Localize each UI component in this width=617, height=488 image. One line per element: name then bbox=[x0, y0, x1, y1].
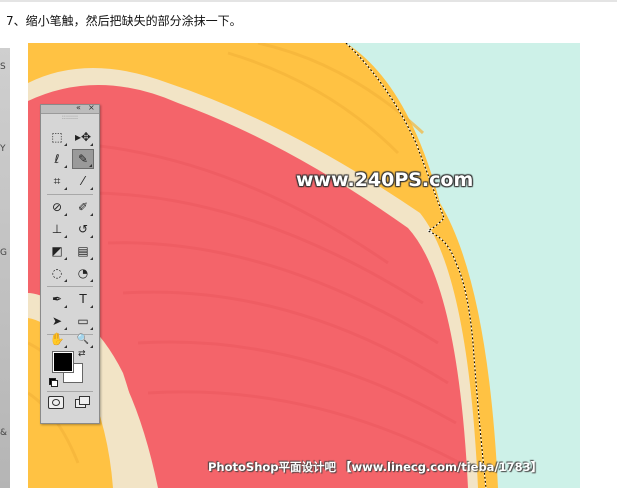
clone-stamp-tool[interactable]: ⊥ bbox=[46, 219, 68, 239]
crop-tool[interactable]: ⌗ bbox=[46, 171, 68, 191]
edge-letter: & bbox=[0, 428, 8, 438]
hand-icon: ✋ bbox=[49, 332, 65, 346]
quick-mask-icon[interactable] bbox=[48, 396, 64, 409]
eraser-tool[interactable]: ◩ bbox=[46, 241, 68, 261]
edge-letter: G bbox=[0, 248, 7, 258]
step-instruction: 7、缩小笔触，然后把缺失的部分涂抹一下。 bbox=[6, 14, 242, 28]
brush-tool[interactable]: ✐ bbox=[72, 197, 94, 217]
hand-tool[interactable]: ✋ bbox=[46, 329, 68, 349]
magnifier-icon: 🔍 bbox=[76, 333, 90, 345]
healing-brush-tool[interactable]: ⊘ bbox=[46, 197, 68, 217]
history-brush-tool[interactable]: ↺ bbox=[72, 219, 94, 239]
edge-letter: S bbox=[0, 62, 6, 72]
watermark-text: www.240PS.com bbox=[296, 169, 474, 191]
quick-selection-icon: ✎ bbox=[77, 152, 89, 166]
shape-tool[interactable]: ▭ bbox=[72, 311, 94, 331]
crop-icon: ⌗ bbox=[53, 173, 61, 188]
tools-panel[interactable]: « × :::::::: ⬚ ▸✥ ℓ ✎ ⌗ ⁄ ⊘ ✐ ⊥ ↺ ◩ ▤ ◌ … bbox=[40, 103, 100, 424]
screen-mode-icon[interactable] bbox=[75, 396, 90, 408]
foreground-color-swatch[interactable] bbox=[52, 351, 74, 373]
blur-icon: ◌ bbox=[51, 266, 63, 280]
blur-tool[interactable]: ◌ bbox=[46, 263, 68, 283]
swap-colors-icon[interactable]: ⇄ bbox=[78, 349, 86, 359]
tool-separator bbox=[47, 391, 93, 392]
default-colors-icon[interactable] bbox=[49, 378, 58, 387]
path-selection-tool[interactable]: ➤ bbox=[46, 311, 68, 331]
move-tool[interactable]: ▸✥ bbox=[72, 127, 94, 147]
move-icon: ▸✥ bbox=[74, 130, 92, 144]
gradient-icon: ▤ bbox=[77, 244, 89, 258]
edge-letter: Y bbox=[0, 144, 6, 154]
close-icon[interactable]: × bbox=[88, 103, 95, 113]
quick-selection-tool[interactable]: ✎ bbox=[72, 149, 94, 169]
marquee-tool[interactable]: ⬚ bbox=[46, 127, 68, 147]
dodge-tool[interactable]: ◔ bbox=[72, 263, 94, 283]
arrow-icon: ➤ bbox=[51, 314, 63, 328]
brush-icon: ✐ bbox=[77, 200, 89, 214]
zoom-tool[interactable]: 🔍 bbox=[72, 329, 94, 349]
tool-separator bbox=[47, 194, 93, 195]
stamp-icon: ⊥ bbox=[51, 222, 63, 236]
rectangle-icon: ▭ bbox=[77, 314, 89, 328]
tool-separator bbox=[47, 286, 93, 287]
canvas-photo[interactable]: www.240PS.com PhotoShop平面设计吧 【www.linecg… bbox=[28, 43, 580, 488]
history-brush-icon: ↺ bbox=[77, 222, 89, 236]
marquee-icon: ⬚ bbox=[51, 130, 63, 144]
tools-panel-header[interactable]: « × bbox=[41, 103, 99, 114]
lasso-icon: ℓ bbox=[54, 152, 60, 166]
left-window-edge: S Y G & bbox=[0, 48, 10, 488]
gradient-tool[interactable]: ▤ bbox=[72, 241, 94, 261]
lasso-tool[interactable]: ℓ bbox=[46, 149, 68, 169]
balloon-image bbox=[28, 43, 580, 488]
bandage-icon: ⊘ bbox=[51, 200, 63, 214]
dodge-icon: ◔ bbox=[77, 266, 89, 280]
type-tool[interactable]: T bbox=[72, 289, 94, 309]
type-icon: T bbox=[79, 292, 87, 306]
pen-tool[interactable]: ✒ bbox=[46, 289, 68, 309]
eraser-icon: ◩ bbox=[51, 244, 63, 258]
pen-icon: ✒ bbox=[51, 292, 63, 306]
eyedropper-icon: ⁄ bbox=[81, 174, 84, 188]
panel-grip[interactable]: :::::::: bbox=[41, 114, 99, 121]
top-divider bbox=[0, 0, 617, 2]
credit-text: PhotoShop平面设计吧 【www.linecg.com/tieba/178… bbox=[208, 460, 543, 474]
collapse-icon[interactable]: « bbox=[76, 103, 81, 113]
eyedropper-tool[interactable]: ⁄ bbox=[72, 171, 94, 191]
